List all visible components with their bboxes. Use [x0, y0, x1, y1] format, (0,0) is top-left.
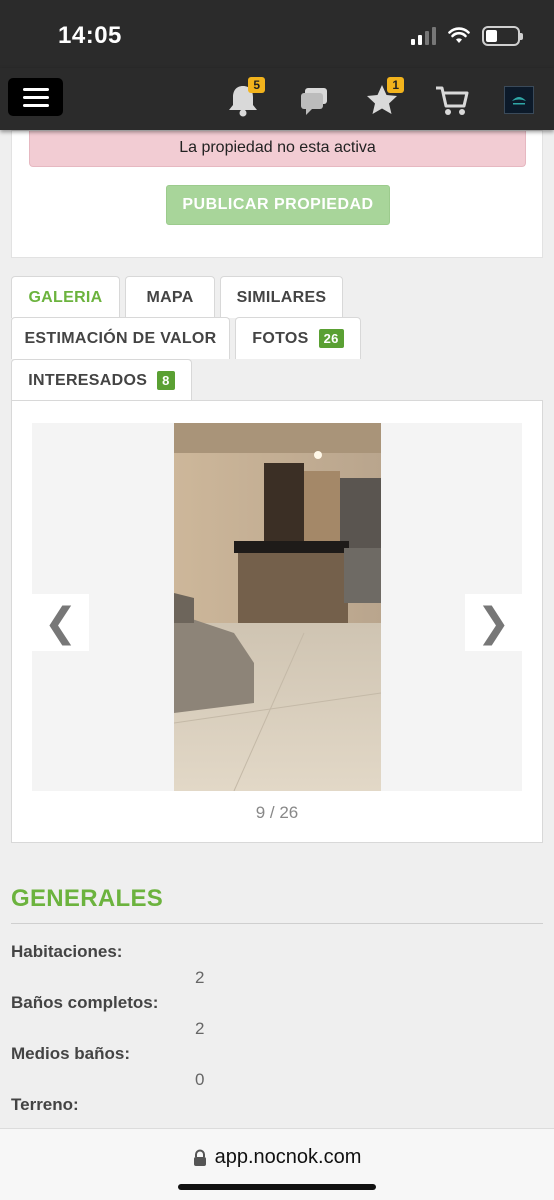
battery-icon	[482, 26, 523, 46]
gallery-next-button[interactable]: ❯	[465, 594, 522, 651]
fotos-count-badge: 26	[318, 329, 344, 348]
tab-fotos[interactable]: FOTOS 26	[235, 317, 361, 359]
generales-section: GENERALES Habitaciones: 2 Baños completo…	[11, 885, 543, 1128]
chevron-right-icon: ❯	[476, 599, 511, 646]
notifications-button[interactable]: 5	[223, 77, 265, 120]
status-bar: 14:05	[0, 0, 554, 68]
gallery-prev-button[interactable]: ❮	[32, 594, 89, 651]
url-text: app.nocnok.com	[214, 1146, 362, 1168]
messages-button[interactable]	[296, 80, 336, 120]
tab-similares[interactable]: SIMILARES	[220, 276, 343, 318]
cart-icon	[436, 86, 469, 115]
status-icons	[411, 26, 523, 46]
gallery-counter: 9 / 26	[255, 803, 299, 822]
menu-button[interactable]	[8, 78, 63, 116]
favorites-button[interactable]: 1	[362, 77, 404, 120]
feature-label: Habitaciones:	[11, 942, 123, 961]
favorites-badge: 1	[387, 77, 404, 93]
lock-icon	[193, 1149, 206, 1166]
list-item: Medios baños: 0	[11, 1026, 543, 1089]
list-item: Baños completos: 2	[11, 975, 543, 1038]
feature-label: Terreno:	[11, 1095, 79, 1114]
top-nav-bar: 5 1	[0, 68, 554, 130]
status-time: 14:05	[58, 22, 122, 49]
tab-galeria[interactable]: GALERIA	[11, 276, 120, 318]
chat-icon	[301, 88, 327, 115]
gallery-carousel[interactable]: ❮ ❯	[32, 423, 522, 791]
interesados-count-badge: 8	[157, 371, 175, 390]
url-display[interactable]: app.nocnok.com	[0, 1146, 554, 1169]
feature-label: Medios baños:	[11, 1044, 131, 1063]
brand-logo[interactable]	[504, 86, 534, 114]
property-photo[interactable]	[174, 423, 381, 791]
notifications-badge: 5	[248, 77, 265, 93]
tab-estimacion-de-valor[interactable]: ESTIMACIÓN DE VALOR	[11, 317, 230, 359]
chevron-left-icon: ❮	[43, 599, 78, 646]
home-indicator[interactable]	[178, 1184, 376, 1190]
wifi-icon	[448, 27, 470, 43]
generales-title: GENERALES	[11, 885, 543, 924]
inactive-alert: La propiedad no esta activa	[29, 131, 526, 167]
menu-icon	[22, 87, 49, 91]
list-item: Habitaciones: 2	[11, 924, 543, 987]
feature-label: Baños completos:	[11, 993, 159, 1012]
property-status-panel: La propiedad no esta activa PUBLICAR PRO…	[11, 130, 543, 258]
cart-button[interactable]	[432, 80, 472, 120]
signal-icon	[411, 27, 436, 45]
tab-mapa[interactable]: MAPA	[125, 276, 215, 318]
publish-property-button[interactable]: PUBLICAR PROPIEDAD	[166, 185, 390, 225]
tab-interesados[interactable]: INTERESADOS 8	[11, 359, 192, 401]
browser-url-bar: app.nocnok.com	[0, 1128, 554, 1200]
list-item: Terreno:	[11, 1077, 543, 1128]
gallery-panel: ❮ ❯ 9 / 26	[11, 400, 543, 843]
